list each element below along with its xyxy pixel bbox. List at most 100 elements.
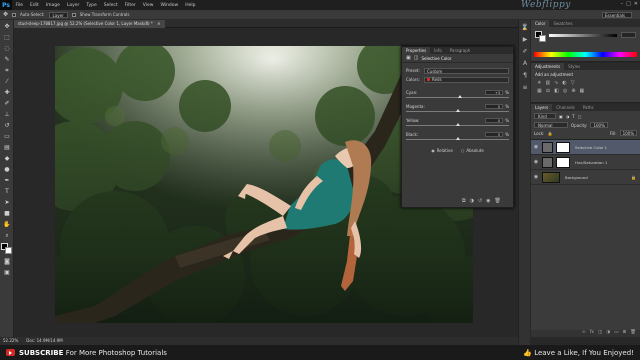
fill-field[interactable]: 100% [619, 130, 637, 136]
fg-bg-color-icon[interactable] [535, 31, 546, 42]
color-slider-k[interactable] [549, 34, 617, 37]
hand-tool-icon[interactable]: ✋ [3, 221, 11, 229]
menu-image[interactable]: Image [42, 3, 63, 8]
visibility-eye-icon[interactable]: ◉ [533, 159, 539, 165]
menu-layer[interactable]: Layer [63, 3, 83, 8]
pen-tool-icon[interactable]: ✒ [3, 177, 11, 185]
delete-icon[interactable]: 🗑 [495, 198, 501, 204]
menu-select[interactable]: Select [100, 3, 121, 8]
subscribe-label[interactable]: SUBSCRIBE [19, 349, 63, 357]
filter-shape-icon[interactable]: ▢ [578, 114, 582, 119]
kind-dropdown[interactable]: Kind [534, 113, 556, 119]
view-previous-icon[interactable]: ◑ [470, 198, 474, 204]
auto-select-checkbox[interactable] [12, 12, 17, 17]
layer-style-icon[interactable]: fx [590, 330, 594, 337]
slider-thumb[interactable] [455, 137, 460, 140]
link-layers-icon[interactable]: ∞ [582, 330, 586, 337]
new-adjustment-icon[interactable]: ◑ [606, 330, 610, 337]
document-tab[interactable]: stud-sleep-178817.jpg @ 52.2% (Selective… [14, 20, 165, 28]
marquee-tool-icon[interactable]: ⬚ [3, 34, 11, 42]
lock-icon[interactable]: 🔒 [547, 131, 552, 136]
slider-value-field[interactable]: 0 [485, 118, 504, 123]
hue-sat-icon[interactable]: ▦ [537, 88, 542, 94]
visibility-eye-icon[interactable]: ◉ [533, 174, 539, 180]
eyedropper-icon[interactable]: ⁄ [3, 78, 11, 86]
zoom-level[interactable]: 52.22% [3, 337, 18, 345]
slider-track[interactable] [406, 109, 509, 112]
menu-edit[interactable]: Edit [27, 3, 43, 8]
color-value-field[interactable] [621, 32, 636, 38]
exposure-icon[interactable]: ◐ [562, 80, 566, 86]
tab-swatches[interactable]: Swatches [549, 20, 576, 27]
tab-channels[interactable]: Channels [552, 104, 579, 111]
menu-window[interactable]: Window [157, 3, 182, 8]
move-tool-icon[interactable]: ✥ [3, 23, 11, 31]
color-swatches[interactable] [1, 243, 13, 255]
blend-mode-dropdown[interactable]: Normal [534, 122, 568, 128]
history-brush-icon[interactable]: ↺ [3, 122, 11, 130]
brush-tool-icon[interactable]: ✐ [3, 100, 11, 108]
slider-track[interactable] [406, 137, 509, 140]
slider-value-field[interactable]: +3 [485, 90, 504, 95]
menu-view[interactable]: View [139, 3, 157, 8]
tab-styles[interactable]: Styles [564, 63, 584, 70]
slider-track[interactable] [406, 123, 509, 126]
menu-filter[interactable]: Filter [121, 3, 139, 8]
slider-track[interactable] [406, 95, 509, 98]
tab-color[interactable]: Color [531, 20, 550, 27]
slider-thumb[interactable] [455, 123, 460, 126]
blur-tool-icon[interactable]: ◆ [3, 155, 11, 163]
visibility-icon[interactable]: ◉ [486, 198, 490, 204]
crop-tool-icon[interactable]: ⌗ [3, 67, 11, 75]
layer-selective-color[interactable]: ◉ Selective Color 1 [531, 140, 640, 155]
gradient-tool-icon[interactable]: ▤ [3, 144, 11, 152]
layer-mask-thumb[interactable] [556, 141, 570, 153]
tab-paragraph[interactable]: Paragraph [446, 47, 475, 54]
slider-thumb[interactable] [455, 109, 460, 112]
type-tool-icon[interactable]: T [3, 188, 11, 196]
shape-tool-icon[interactable]: ■ [3, 210, 11, 218]
slider-thumb[interactable] [457, 95, 462, 98]
menu-type[interactable]: Type [83, 3, 100, 8]
lasso-tool-icon[interactable]: ◌ [3, 45, 11, 53]
tab-adjustments[interactable]: Adjustments [531, 63, 565, 70]
channel-mixer-icon[interactable]: ⊕ [571, 88, 575, 94]
opacity-field[interactable]: 100% [590, 122, 608, 128]
paragraph-icon[interactable]: ¶ [521, 72, 529, 80]
mask-icon[interactable]: ◫ [414, 55, 419, 61]
preset-dropdown[interactable]: Custom [424, 67, 509, 74]
color-balance-icon[interactable]: ⚖ [546, 88, 550, 94]
tab-paths[interactable]: Paths [579, 104, 598, 111]
healing-brush-icon[interactable]: ✚ [3, 89, 11, 97]
minimize-icon[interactable]: – [621, 1, 624, 7]
layer-mask-thumb[interactable] [556, 156, 570, 168]
color-spectrum[interactable] [534, 52, 637, 57]
eraser-icon[interactable]: ▭ [3, 133, 11, 141]
bw-icon[interactable]: ◧ [554, 88, 559, 94]
slider-value-field[interactable]: 0 [485, 132, 504, 137]
quick-mask-icon[interactable]: ◙ [3, 258, 11, 266]
tab-layers[interactable]: Layers [531, 104, 553, 111]
tab-properties[interactable]: Properties [402, 47, 431, 54]
levels-icon[interactable]: ▥ [545, 80, 550, 86]
close-icon[interactable]: ✕ [634, 1, 638, 7]
add-mask-icon[interactable]: ◫ [598, 330, 602, 337]
actions-icon[interactable]: ▶ [521, 36, 529, 44]
layer-background[interactable]: ◉ Background 🔒 [531, 170, 640, 185]
relative-radio[interactable]: ◉ Relative [431, 148, 453, 153]
dodge-tool-icon[interactable]: ● [3, 166, 11, 174]
screen-mode-icon[interactable]: ▣ [3, 269, 11, 277]
brightness-icon[interactable]: ☀ [537, 80, 541, 86]
close-tab-icon[interactable]: ✕ [157, 21, 160, 26]
show-transform-checkbox[interactable] [71, 12, 76, 17]
menu-help[interactable]: Help [182, 3, 199, 8]
absolute-radio[interactable]: ○ Absolute [461, 148, 484, 153]
reset-icon[interactable]: ↺ [478, 198, 482, 204]
move-tool-icon[interactable]: ✥ [3, 11, 8, 18]
character-icon[interactable]: A [521, 60, 529, 68]
workspace-dropdown[interactable]: Essentials [602, 11, 632, 18]
clip-to-layer-icon[interactable]: ⧉ [462, 198, 466, 204]
vibrance-icon[interactable]: ▽ [571, 80, 575, 86]
brush-preset-icon[interactable]: ✐ [521, 48, 529, 56]
clone-stamp-icon[interactable]: ⊥ [3, 111, 11, 119]
